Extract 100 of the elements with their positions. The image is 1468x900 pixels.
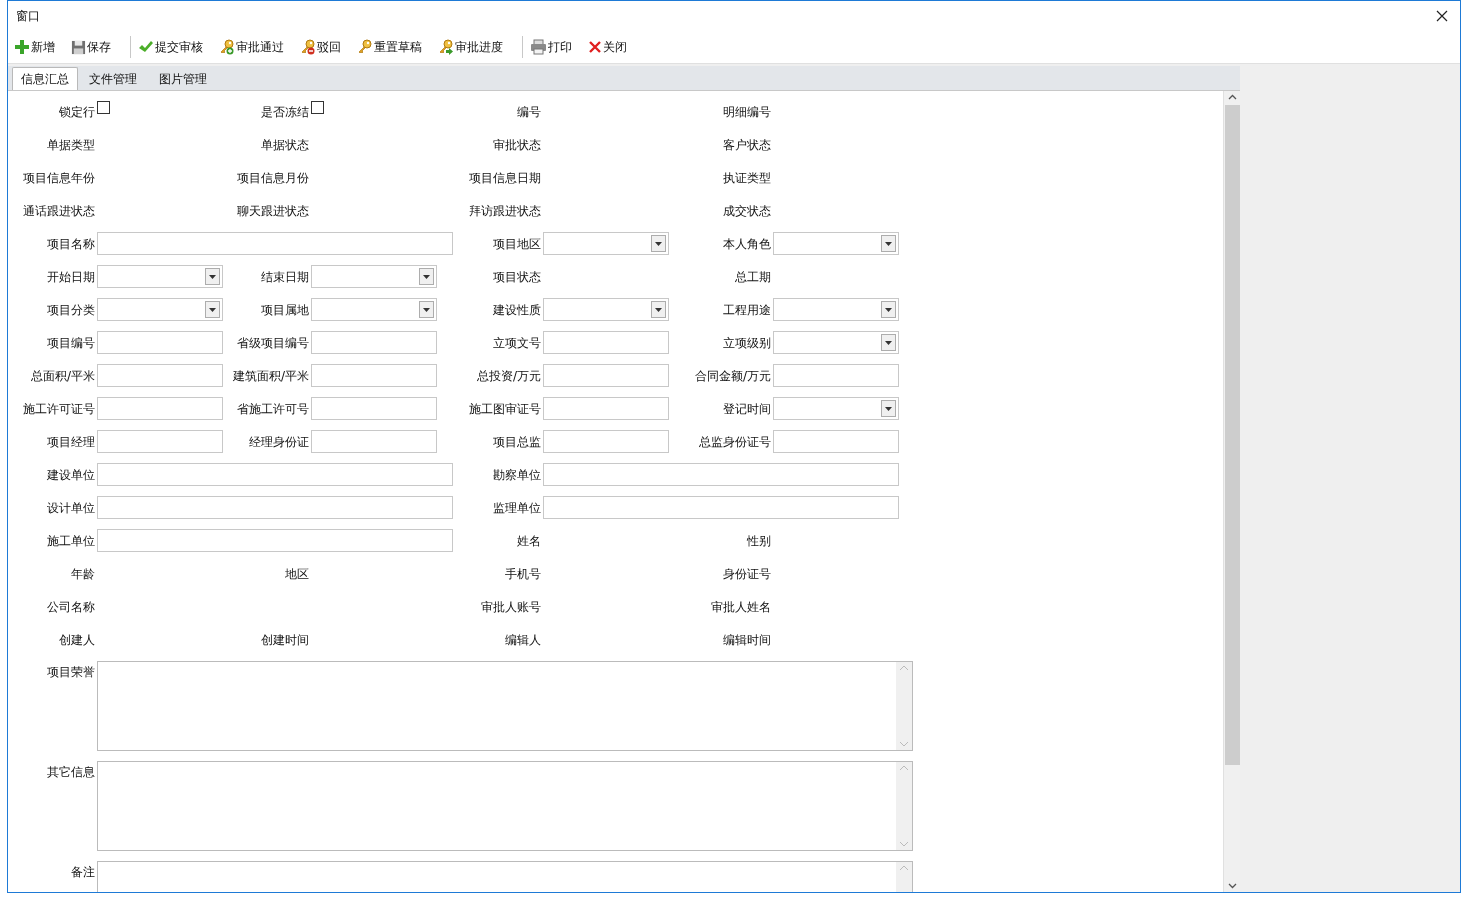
field-label: 总监身份证号 — [699, 433, 771, 451]
dropdown-field[interactable] — [97, 265, 223, 288]
dropdown-arrow-button[interactable] — [651, 235, 666, 252]
text-field[interactable] — [97, 364, 223, 387]
text-field[interactable] — [97, 331, 223, 354]
scroll-up-icon — [900, 665, 908, 670]
field-label: 公司名称 — [47, 598, 95, 616]
dropdown-arrow-button[interactable] — [419, 268, 434, 285]
text-field[interactable] — [97, 463, 453, 486]
key-icon — [357, 39, 373, 55]
field-label: 工程用途 — [723, 301, 771, 319]
text-field[interactable] — [543, 397, 669, 420]
toolbar-button[interactable]: 保存 — [69, 35, 113, 59]
dropdown-field[interactable] — [773, 397, 899, 420]
field-label: 项目属地 — [261, 301, 309, 319]
dropdown-arrow-button[interactable] — [881, 235, 896, 252]
scrollbar-thumb[interactable] — [1224, 105, 1240, 765]
field-label: 建筑面积/平米 — [232, 367, 309, 385]
dropdown-arrow-button[interactable] — [205, 301, 220, 318]
field-label: 施工单位 — [47, 532, 95, 550]
dropdown-field[interactable] — [773, 232, 899, 255]
field-label: 备注 — [71, 864, 95, 881]
close-icon — [1436, 10, 1448, 22]
caret-icon — [655, 241, 662, 246]
text-field[interactable] — [543, 331, 669, 354]
field-label: 明细编号 — [723, 103, 771, 121]
text-field[interactable] — [97, 529, 453, 552]
tab[interactable]: 文件管理 — [78, 68, 148, 90]
caret-icon — [655, 307, 662, 312]
scrollbar[interactable] — [896, 762, 912, 850]
toolbar-button[interactable]: 提交审核 — [136, 35, 205, 59]
toolbar-button[interactable]: 审批通过 — [217, 35, 286, 59]
toolbar-button[interactable]: 驳回 — [298, 35, 343, 59]
scrollbar[interactable] — [1223, 91, 1240, 892]
field-label: 项目总监 — [493, 433, 541, 451]
field-label: 创建人 — [59, 631, 95, 649]
dropdown-arrow-button[interactable] — [205, 268, 220, 285]
dropdown-arrow-button[interactable] — [881, 334, 896, 351]
dropdown-field[interactable] — [773, 331, 899, 354]
scrollbar[interactable] — [896, 662, 912, 750]
text-field[interactable] — [97, 232, 453, 255]
dropdown-field[interactable] — [773, 298, 899, 321]
text-field[interactable] — [773, 364, 899, 387]
field-label: 编辑时间 — [723, 631, 771, 649]
key-arrow-icon — [438, 39, 454, 55]
text-field[interactable] — [543, 463, 899, 486]
close-icon — [588, 40, 602, 54]
text-field[interactable] — [773, 430, 899, 453]
field-label: 总投资/万元 — [476, 367, 541, 385]
text-area[interactable] — [97, 761, 913, 851]
field-label: 省施工许可号 — [237, 400, 309, 418]
scroll-down-icon — [900, 742, 908, 747]
field-label: 开始日期 — [47, 268, 95, 286]
toolbar-button[interactable]: 审批进度 — [436, 35, 505, 59]
field-label: 成交状态 — [723, 202, 771, 220]
text-field[interactable] — [543, 430, 669, 453]
field-label: 登记时间 — [723, 400, 771, 418]
dropdown-field[interactable] — [543, 298, 669, 321]
text-field[interactable] — [311, 364, 437, 387]
toolbar-button[interactable]: 重置草稿 — [355, 35, 424, 59]
dropdown-arrow-button[interactable] — [651, 301, 666, 318]
toolbar-button[interactable]: 新增 — [12, 35, 57, 59]
window-title: 窗口 — [16, 8, 40, 25]
dropdown-arrow-button[interactable] — [881, 301, 896, 318]
tab[interactable]: 信息汇总 — [12, 67, 78, 90]
text-field[interactable] — [97, 397, 223, 420]
text-field[interactable] — [97, 496, 453, 519]
field-label: 建设单位 — [47, 466, 95, 484]
scroll-up-icon — [1227, 94, 1237, 100]
toolbar-button[interactable]: 关闭 — [586, 35, 629, 59]
field-label: 本人角色 — [723, 235, 771, 253]
field-label: 地区 — [285, 565, 309, 583]
dropdown-field[interactable] — [97, 298, 223, 321]
caret-icon — [885, 307, 892, 312]
field-label: 建设性质 — [493, 301, 541, 319]
text-field[interactable] — [97, 430, 223, 453]
text-field[interactable] — [543, 496, 899, 519]
text-field[interactable] — [543, 364, 669, 387]
scroll-down-icon — [900, 842, 908, 847]
checkbox[interactable] — [97, 101, 110, 114]
tab[interactable]: 图片管理 — [148, 68, 218, 90]
field-label: 监理单位 — [493, 499, 541, 517]
field-label: 结束日期 — [261, 268, 309, 286]
dropdown-arrow-button[interactable] — [419, 301, 434, 318]
text-field[interactable] — [311, 397, 437, 420]
text-field[interactable] — [311, 430, 437, 453]
field-label: 勘察单位 — [493, 466, 541, 484]
field-label: 性别 — [747, 532, 771, 550]
field-label: 执证类型 — [723, 169, 771, 187]
field-label: 立项级别 — [723, 334, 771, 352]
text-area[interactable] — [97, 661, 913, 751]
caret-icon — [209, 307, 216, 312]
text-field[interactable] — [311, 331, 437, 354]
checkbox[interactable] — [311, 101, 324, 114]
caret-icon — [423, 274, 430, 279]
dropdown-arrow-button[interactable] — [881, 400, 896, 417]
toolbar-button[interactable]: 打印 — [528, 35, 574, 59]
dropdown-field[interactable] — [311, 298, 437, 321]
dropdown-field[interactable] — [543, 232, 669, 255]
dropdown-field[interactable] — [311, 265, 437, 288]
